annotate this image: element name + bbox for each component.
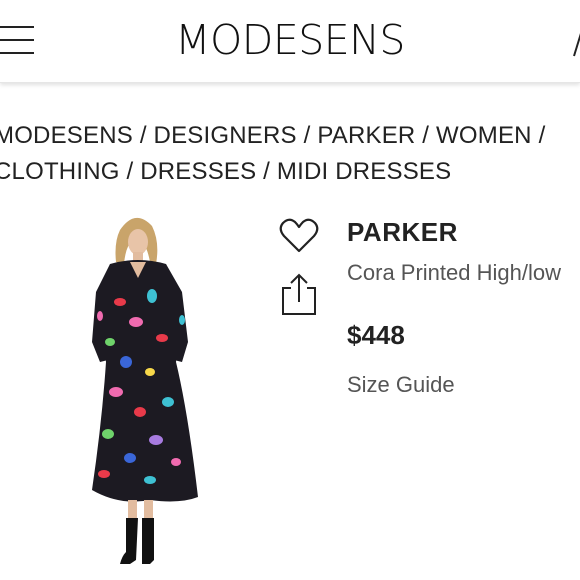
- heart-icon[interactable]: [279, 218, 319, 254]
- account-icon[interactable]: [572, 28, 580, 58]
- product-name: Cora Printed High/low: [347, 260, 561, 285]
- modesens-logo[interactable]: MODESENS: [0, 16, 580, 64]
- product-brand[interactable]: PARKER: [347, 217, 458, 248]
- share-icon[interactable]: [281, 272, 317, 316]
- top-header: MODESENS: [0, 0, 580, 83]
- size-guide-link[interactable]: Size Guide: [347, 372, 455, 398]
- product-price: $448: [347, 320, 405, 350]
- breadcrumb-line-2[interactable]: CLOTHING / DRESSES / MIDI DRESSES: [0, 154, 574, 190]
- breadcrumb-line-1[interactable]: MODESENS / DESIGNERS / PARKER / WOMEN /: [0, 118, 574, 154]
- product-image[interactable]: [80, 212, 210, 572]
- breadcrumb: MODESENS / DESIGNERS / PARKER / WOMEN / …: [0, 118, 574, 190]
